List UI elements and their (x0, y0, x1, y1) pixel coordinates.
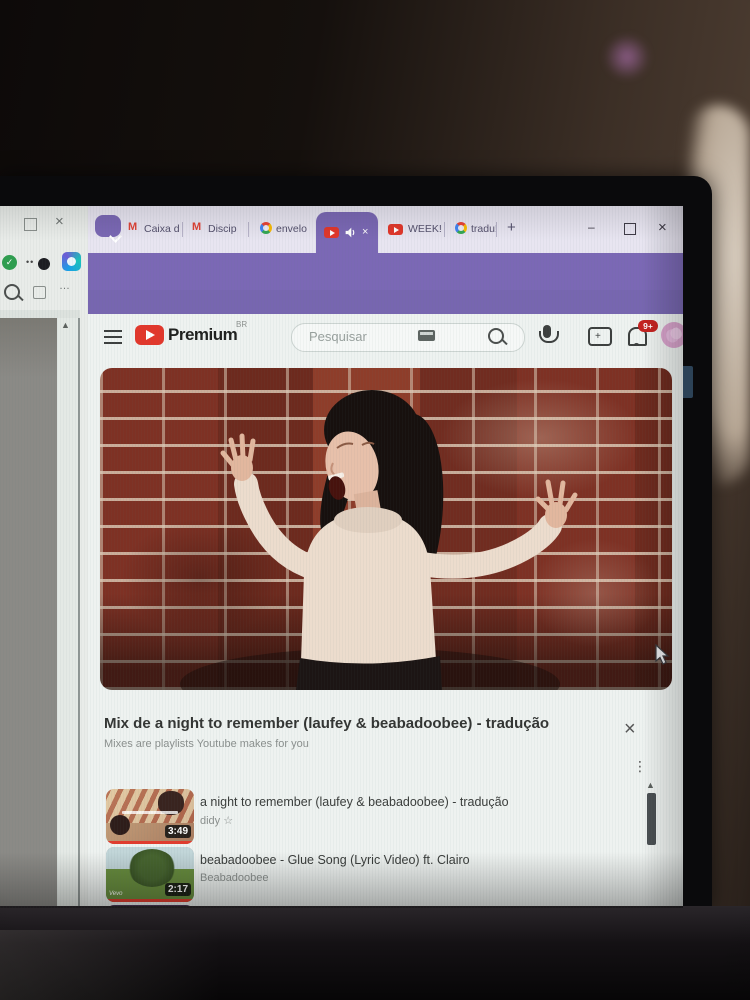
chrome-window: M Caixa d M Discip envelo × WEEK! tradu!… (88, 206, 683, 908)
scroll-up-arrow[interactable]: ▲ (646, 780, 655, 790)
scrollbar-thumb[interactable] (647, 793, 656, 845)
video-thumbnail[interactable]: Vevo 2:17 (106, 847, 194, 902)
vevo-watermark: Vevo (109, 891, 123, 897)
audio-playing-icon[interactable] (344, 226, 357, 239)
document-ruler (0, 310, 80, 318)
mic-icon-arc (539, 331, 559, 343)
thumbnail-tree (128, 849, 176, 887)
notification-badge: 9+ (638, 320, 658, 332)
youtube-favicon (324, 227, 339, 238)
video-frame-woman (180, 390, 578, 690)
ellipsis-icon: •• (26, 257, 35, 267)
search-input[interactable] (307, 328, 411, 345)
video-title[interactable]: a night to remember (laufey & beabadoobe… (200, 795, 509, 809)
browser-toolbar: ← → ↻ youtube.com/watch?v=Pj6ntDEEfeE&li… (88, 253, 683, 331)
mix-subtitle: Mixes are playlists Youtube makes for yo… (104, 738, 309, 750)
mix-close-icon[interactable]: × (624, 718, 636, 741)
mouse-cursor (655, 644, 670, 665)
background-window: × ✓ •• … ▲ (0, 206, 88, 908)
tab-week[interactable]: WEEK! (408, 223, 442, 235)
autosave-check-icon: ✓ (2, 255, 17, 270)
thumbnail-caption-line (122, 811, 178, 814)
video-player[interactable] (100, 368, 672, 690)
close-icon[interactable]: × (55, 213, 64, 230)
youtube-page: Premium BR + 9+ (88, 314, 683, 908)
search-icon[interactable] (488, 328, 508, 346)
mix-title: Mix de a night to remember (laufey & bea… (104, 715, 550, 732)
gmail-icon: M (192, 221, 202, 233)
more-options-icon[interactable]: … (59, 280, 71, 292)
youtube-profile-avatar[interactable] (661, 322, 683, 348)
save-icon[interactable] (33, 286, 46, 299)
tab-caixa[interactable]: Caixa d (144, 223, 180, 235)
menu-hamburger-icon[interactable] (104, 330, 122, 344)
tab-search-button[interactable] (95, 215, 122, 243)
tab-discip[interactable]: Discip (208, 223, 237, 235)
channel-name[interactable]: Beabadoobee (200, 872, 269, 884)
tab-tradu[interactable]: tradu! (471, 223, 498, 235)
window-close-button[interactable]: × (658, 219, 667, 236)
google-icon (260, 222, 272, 234)
tab-youtube-active[interactable]: × (316, 212, 378, 253)
tab-divider (444, 222, 445, 237)
chevron-down-icon (109, 230, 122, 243)
laptop-body-sheen (0, 930, 220, 1000)
youtube-region: BR (236, 320, 248, 329)
duration-badge: 2:17 (164, 883, 191, 896)
watch-progress-bar (106, 841, 194, 844)
scrollbar-track[interactable] (57, 318, 78, 908)
document-page-edge (0, 318, 57, 908)
mix-menu-icon[interactable]: ⋮ (633, 758, 647, 775)
video-thumbnail[interactable]: 3:49 (106, 789, 194, 844)
youtube-brand[interactable]: Premium (168, 325, 238, 345)
new-tab-button[interactable]: + (507, 219, 516, 236)
video-title[interactable]: beabadoobee - Glue Song (Lyric Video) ft… (200, 853, 470, 867)
window-minimize-button[interactable]: – (588, 220, 595, 234)
tab-close-icon[interactable]: × (362, 226, 368, 238)
window-maximize-button[interactable] (624, 223, 636, 235)
window-divider (78, 318, 80, 908)
tab-envelo[interactable]: envelo (276, 223, 307, 235)
scroll-up-arrow[interactable]: ▲ (61, 320, 70, 330)
playlist-item[interactable]: 3:49 a night to remember (laufey & beaba… (106, 789, 666, 844)
tab-divider (496, 222, 497, 237)
youtube-logo-icon[interactable] (135, 325, 164, 345)
laptop-screen: × ✓ •• … ▲ M Caixa d M Discip envelo × W… (0, 206, 683, 908)
tab-divider (182, 222, 183, 237)
thumbnail-person (110, 815, 130, 835)
youtube-favicon (388, 224, 403, 235)
keyboard-icon[interactable] (418, 330, 435, 341)
create-video-icon[interactable]: + (588, 327, 612, 346)
tab-divider (248, 222, 249, 237)
purple-reflection (603, 35, 651, 79)
channel-name[interactable]: didy ☆ (200, 814, 233, 827)
gmail-icon: M (128, 221, 138, 233)
duration-badge: 3:49 (164, 825, 191, 838)
playlist-item[interactable]: Vevo 2:17 beabadoobee - Glue Song (Lyric… (106, 847, 666, 902)
search-icon[interactable] (4, 284, 24, 302)
maximize-icon[interactable] (24, 218, 37, 231)
copilot-icon-center (67, 257, 76, 266)
dark-sphere-icon[interactable] (38, 258, 50, 270)
tab-strip: M Caixa d M Discip envelo × WEEK! tradu!… (88, 206, 683, 253)
bookmarks-bar: M Histórico N Netflix Tsukiyomi Ikuto - … (88, 290, 683, 392)
google-icon (455, 222, 467, 234)
